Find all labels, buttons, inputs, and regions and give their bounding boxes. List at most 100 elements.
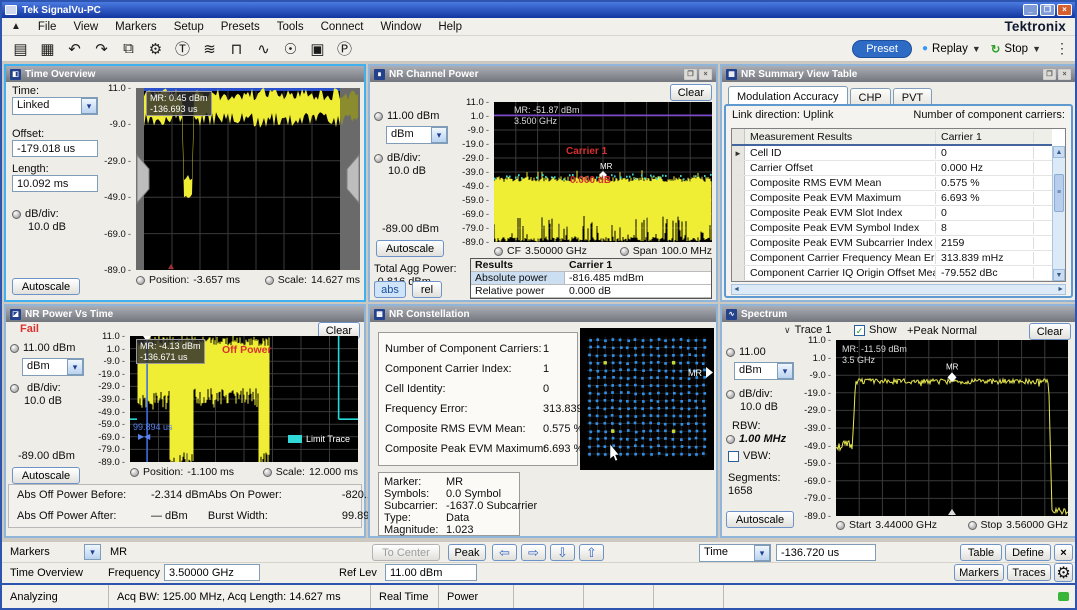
rel-button[interactable]: rel [412, 281, 442, 298]
marker-left-arrow[interactable]: ⇦ [492, 544, 517, 561]
ref-level-value[interactable]: 11.00 dBm [23, 342, 75, 354]
row-selector[interactable] [732, 266, 745, 280]
eject-icon[interactable]: ▲ [11, 21, 21, 32]
autoscale-button[interactable]: Autoscale [376, 240, 444, 257]
dbdiv-knob-icon[interactable] [726, 390, 735, 399]
redo-icon[interactable]: ↷ [89, 38, 114, 60]
panel-restore-icon[interactable]: ❐ [1043, 69, 1056, 80]
overflow-menu-icon[interactable]: ⋮ [1055, 40, 1069, 57]
pulse-measure-icon[interactable]: ⊓ [224, 38, 249, 60]
power-vs-time-chart[interactable]: MR: -4.13 dBm -136.671 us Off Power 99.8… [130, 336, 358, 462]
spectrum-titlebar[interactable]: ∿ Spectrum [722, 306, 1075, 322]
span-value[interactable]: 100.0 MHz [661, 245, 712, 257]
replay-button[interactable]: ● Replay ▼ [922, 43, 981, 55]
traces-panel-button[interactable]: Traces [1007, 564, 1051, 581]
scroll-down-icon[interactable]: ▼ [1053, 269, 1065, 281]
marker-readout-type-select[interactable]: Time▾ [699, 544, 771, 562]
row-selector[interactable] [732, 206, 745, 220]
panel-restore-icon[interactable]: ❐ [684, 69, 697, 80]
length-input[interactable]: 10.092 ms [12, 175, 98, 192]
table-row[interactable]: ►Cell ID0 [732, 146, 1052, 161]
panel-close-icon[interactable]: × [1058, 69, 1071, 80]
menu-help[interactable]: Help [438, 21, 462, 33]
start-value[interactable]: 3.44000 GHz [875, 519, 937, 531]
vertical-scrollbar[interactable]: ▲ ≡ ▼ [1052, 146, 1065, 281]
window-titlebar[interactable]: Tek SignalVu-PC _ ❐ × [2, 2, 1075, 18]
restore-icon[interactable]: ❐ [1040, 4, 1055, 16]
rbw-value[interactable]: 1.00 MHz [739, 433, 786, 445]
menu-markers[interactable]: Markers [115, 21, 157, 33]
position-value[interactable]: -1.100 ms [187, 466, 234, 478]
min-level-value[interactable]: -89.00 dBm [18, 450, 75, 462]
measurement-table[interactable]: Measurement ResultsCarrier 1►Cell ID0Car… [731, 128, 1066, 282]
scroll-right-icon[interactable]: ► [1057, 286, 1064, 293]
preset-p-icon[interactable]: Ⓟ [332, 38, 357, 60]
scale-value[interactable]: 12.000 ms [309, 466, 358, 478]
autoscale-button[interactable]: Autoscale [12, 278, 80, 295]
minimize-icon[interactable]: _ [1023, 4, 1038, 16]
clear-button[interactable]: Clear [670, 84, 712, 101]
tile-windows-icon[interactable]: ⧉ [116, 38, 141, 60]
autoscale-button[interactable]: Autoscale [726, 511, 794, 528]
unit-select[interactable]: dBm▾ [734, 362, 794, 380]
row-selector[interactable] [732, 251, 745, 265]
table-row[interactable]: Composite RMS EVM Mean0.575 % [732, 176, 1052, 191]
peak-button[interactable]: Peak [448, 544, 486, 561]
marker-right-arrow[interactable]: ⇨ [521, 544, 546, 561]
dbdiv-knob-icon[interactable] [10, 384, 19, 393]
scale-knob-icon[interactable] [265, 276, 274, 285]
abs-button[interactable]: abs [374, 281, 406, 298]
ref-level-knob-icon[interactable] [726, 348, 735, 357]
settings-gear-icon[interactable]: ⚙ [143, 38, 168, 60]
ref-level-knob-icon[interactable] [10, 344, 19, 353]
unit-select[interactable]: dBm▾ [386, 126, 448, 144]
menu-connect[interactable]: Connect [321, 21, 364, 33]
dbdiv-knob-icon[interactable] [374, 154, 383, 163]
position-value[interactable]: -3.657 ms [193, 274, 240, 286]
ref-lev-input[interactable]: 11.00 dBm [385, 564, 477, 581]
camera-capture-icon[interactable]: ▣ [305, 38, 330, 60]
row-selector[interactable] [732, 236, 745, 250]
time-overview-chart[interactable]: MR: 0.45 dBm -136.693 us MR [136, 88, 360, 270]
scroll-left-icon[interactable]: ◄ [733, 286, 740, 293]
markers-dropdown-icon[interactable]: ▾ [84, 544, 101, 560]
marker-down-arrow[interactable]: ⇩ [550, 544, 575, 561]
status-measurement[interactable]: Power [439, 585, 514, 608]
table-row[interactable]: Composite Peak EVM Symbol Index8 [732, 221, 1052, 236]
stop-dropdown-icon[interactable]: ▼ [1032, 44, 1041, 54]
cf-value[interactable]: 3.50000 GHz [525, 245, 587, 257]
vbw-checkbox[interactable]: ✓ [728, 451, 739, 462]
stop-knob-icon[interactable] [968, 521, 977, 530]
marker-up-arrow[interactable]: ⇧ [579, 544, 604, 561]
row-selector[interactable] [732, 191, 745, 205]
offset-input[interactable]: -179.018 us [12, 140, 98, 157]
min-level-value[interactable]: -89.00 dBm [382, 223, 439, 235]
save-icon[interactable]: ▦ [35, 38, 60, 60]
row-selector[interactable] [732, 221, 745, 235]
menu-presets[interactable]: Presets [221, 21, 260, 33]
stop-button[interactable]: ↻ Stop ▼ [991, 42, 1041, 56]
chevron-down-icon[interactable]: ▾ [777, 363, 793, 379]
horizontal-scrollbar[interactable]: ◄ ► [731, 284, 1066, 295]
autoscale-button[interactable]: Autoscale [12, 467, 80, 484]
scale-knob-icon[interactable] [263, 468, 272, 477]
spectrum-chart[interactable]: MR: -11.59 dBm 3.5 GHz MR [836, 340, 1068, 516]
ref-level-value[interactable]: 11.00 dBm [387, 110, 439, 122]
scroll-up-icon[interactable]: ▲ [1053, 146, 1065, 158]
status-mode[interactable]: Real Time [371, 585, 439, 608]
row-selector[interactable]: ► [732, 146, 745, 160]
frequency-input[interactable]: 3.50000 GHz [164, 564, 260, 581]
nr-power-vs-time-titlebar[interactable]: ◪ NR Power Vs Time [6, 306, 364, 322]
start-knob-icon[interactable] [836, 521, 845, 530]
column-header[interactable]: Measurement Results [745, 131, 936, 143]
column-header[interactable]: Carrier 1 [936, 131, 1034, 143]
dbdiv-value[interactable]: 10.0 dB [740, 401, 778, 413]
clear-button[interactable]: Clear [1029, 323, 1071, 340]
channel-power-chart[interactable]: MR: -51.87 dBm 3.500 GHz Carrier 1 0.000… [494, 102, 712, 242]
chevron-down-icon[interactable]: ∨ [784, 325, 791, 336]
close-markers-button[interactable]: × [1054, 544, 1073, 561]
cf-knob-icon[interactable] [494, 247, 503, 256]
rbw-knob-icon[interactable] [726, 435, 735, 444]
nr-channel-power-titlebar[interactable]: ∎ NR Channel Power ❐ × [370, 66, 716, 82]
define-button[interactable]: Define [1005, 544, 1051, 561]
